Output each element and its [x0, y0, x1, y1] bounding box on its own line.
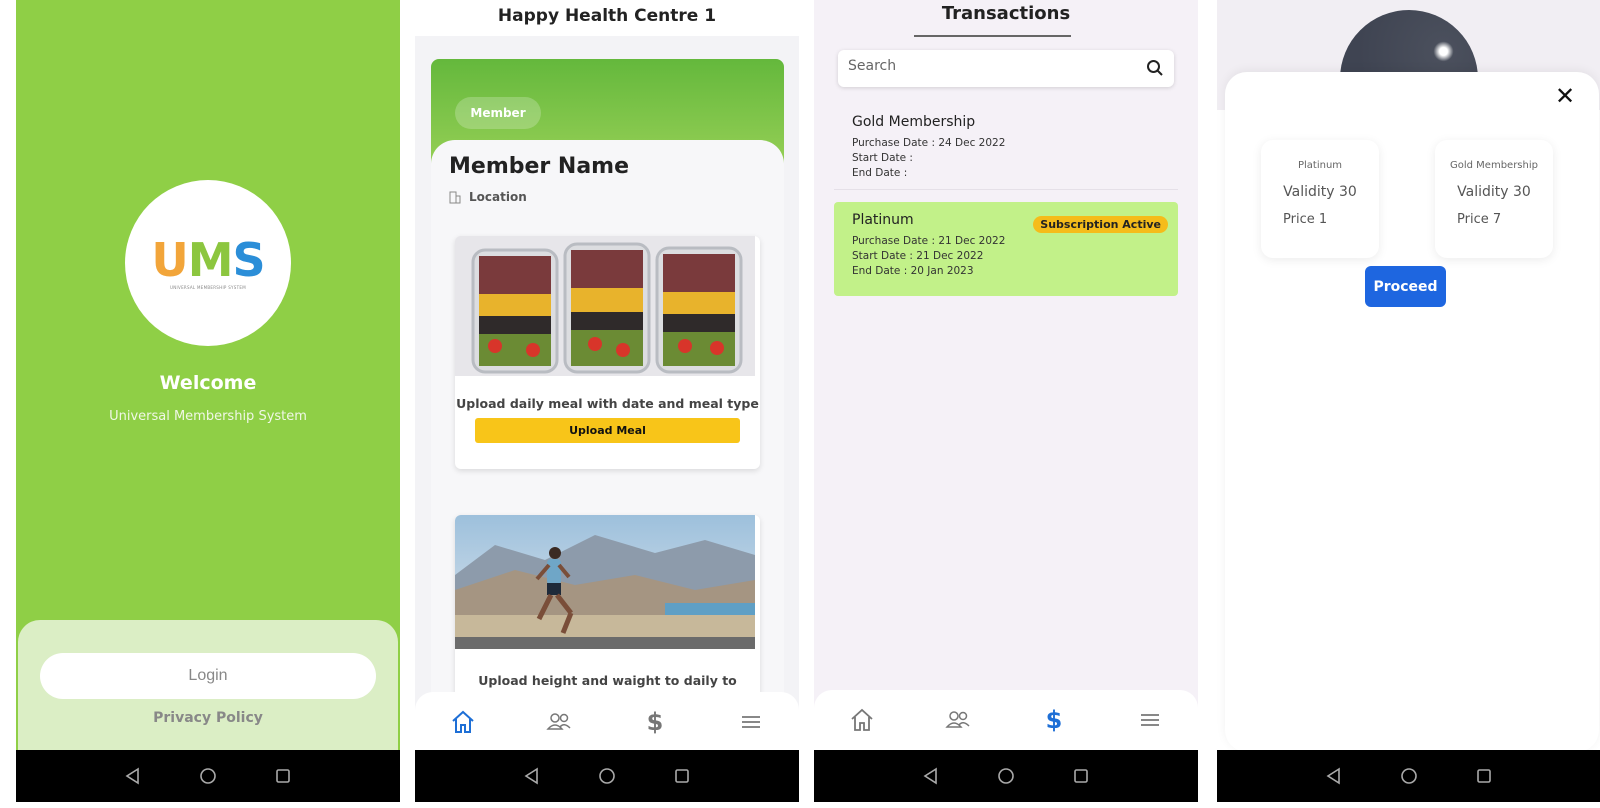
activity-card: Upload height and waight to daily to — [455, 515, 760, 715]
meal-box-1 — [471, 248, 559, 374]
end-date: End Date : — [852, 167, 908, 179]
logo-text: UMS — [151, 232, 265, 287]
plan-price: Price 1 — [1283, 212, 1328, 227]
transaction-row-active[interactable]: Platinum Subscription Active Purchase Da… — [834, 202, 1178, 296]
login-panel: Login Privacy Policy — [18, 620, 398, 752]
plan-modal: ✕ Platinum Validity 30 Price 1 Gold Memb… — [1225, 72, 1599, 752]
home-nav-icon[interactable] — [198, 766, 218, 786]
page-title: Transactions — [941, 3, 1071, 24]
search-icon[interactable] — [1146, 59, 1164, 77]
android-nav-bar — [415, 750, 799, 802]
home-nav-icon[interactable] — [996, 766, 1016, 786]
back-icon[interactable] — [1324, 766, 1344, 786]
activity-caption: Upload height and waight to daily to — [478, 673, 737, 688]
transaction-title: Gold Membership — [852, 114, 976, 130]
recents-icon[interactable] — [1474, 766, 1494, 786]
meal-box-3 — [655, 246, 743, 374]
menu-icon — [1141, 714, 1159, 726]
app-subtitle: Universal Membership System — [109, 409, 307, 424]
runner-image — [455, 515, 755, 649]
member-name: Member Name — [449, 154, 630, 179]
home-icon — [851, 708, 873, 731]
title-underline — [914, 35, 1071, 37]
plan-name: Gold Membership — [1450, 160, 1538, 171]
home-screen: Happy Health Centre 1 Member Member Name… — [415, 0, 799, 802]
page-title: Happy Health Centre 1 — [415, 0, 799, 36]
end-date: End Date : 20 Jan 2023 — [852, 265, 974, 277]
plan-validity: Validity 30 — [1283, 184, 1357, 200]
back-icon[interactable] — [921, 766, 941, 786]
home-nav-icon[interactable] — [597, 766, 617, 786]
welcome-heading: Welcome — [159, 372, 257, 394]
plan-name: Platinum — [1297, 160, 1343, 171]
plan-card-gold[interactable]: Gold Membership Validity 30 Price 7 — [1435, 140, 1553, 258]
status-badge: Subscription Active — [1033, 216, 1168, 233]
back-icon[interactable] — [522, 766, 542, 786]
search-input[interactable] — [848, 58, 1128, 74]
location-label: Location — [469, 190, 527, 204]
meal-prep-image — [455, 236, 755, 376]
building-icon — [449, 191, 461, 203]
bottom-tab-bar: $ — [415, 692, 799, 752]
plan-selection-screen: ✕ Platinum Validity 30 Price 1 Gold Memb… — [1217, 0, 1600, 802]
recents-icon[interactable] — [1071, 766, 1091, 786]
transactions-screen: Transactions Gold Membership Purchase Da… — [814, 0, 1198, 802]
ums-logo: UMS UNIVERSAL MEMBERSHIP SYSTEM — [125, 180, 291, 346]
dollar-icon: $ — [1045, 706, 1063, 734]
transaction-row[interactable]: Gold Membership Purchase Date : 24 Dec 2… — [834, 104, 1178, 190]
tab-home[interactable] — [443, 702, 483, 742]
login-button[interactable]: Login — [40, 653, 376, 699]
upload-meal-button[interactable]: Upload Meal — [475, 418, 740, 443]
bottom-tab-bar: $ — [814, 690, 1198, 750]
purchase-date: Purchase Date : 24 Dec 2022 — [852, 137, 1006, 149]
users-icon — [945, 711, 970, 728]
home-nav-icon[interactable] — [1399, 766, 1419, 786]
tab-menu[interactable] — [1130, 700, 1170, 740]
search-box — [838, 50, 1174, 87]
meal-caption: Upload daily meal with date and meal typ… — [456, 396, 759, 411]
tab-menu[interactable] — [731, 702, 771, 742]
meal-box-2 — [563, 242, 651, 374]
purchase-date: Purchase Date : 21 Dec 2022 — [852, 235, 1006, 247]
recents-icon[interactable] — [273, 766, 293, 786]
tab-members[interactable] — [539, 702, 579, 742]
member-chip: Member — [455, 97, 541, 129]
plan-price: Price 7 — [1457, 212, 1502, 227]
privacy-policy-link[interactable]: Privacy Policy — [18, 710, 398, 726]
tab-home[interactable] — [842, 700, 882, 740]
profile-card: Member Name Location Upload daily meal w… — [431, 140, 784, 715]
start-date: Start Date : 21 Dec 2022 — [852, 250, 984, 262]
android-nav-bar — [814, 750, 1198, 802]
tab-members[interactable] — [938, 700, 978, 740]
recents-icon[interactable] — [672, 766, 692, 786]
home-icon — [452, 710, 474, 733]
close-button[interactable]: ✕ — [1553, 84, 1577, 108]
plan-card-platinum[interactable]: Platinum Validity 30 Price 1 — [1261, 140, 1379, 258]
location: Location — [449, 190, 527, 204]
android-nav-bar — [1217, 750, 1600, 802]
menu-icon — [742, 716, 760, 728]
users-icon — [546, 713, 571, 730]
welcome-screen: UMS UNIVERSAL MEMBERSHIP SYSTEM Welcome … — [16, 0, 400, 802]
tab-transactions[interactable]: $ — [1034, 700, 1074, 740]
android-nav-bar — [16, 750, 400, 802]
logo-subtitle: UNIVERSAL MEMBERSHIP SYSTEM — [170, 284, 246, 290]
tab-transactions[interactable]: $ — [635, 702, 675, 742]
proceed-button[interactable]: Proceed — [1365, 266, 1446, 307]
dollar-icon: $ — [646, 708, 664, 736]
plan-validity: Validity 30 — [1457, 184, 1531, 200]
back-icon[interactable] — [123, 766, 143, 786]
meal-card: Upload daily meal with date and meal typ… — [455, 236, 760, 469]
start-date: Start Date : — [852, 152, 913, 164]
